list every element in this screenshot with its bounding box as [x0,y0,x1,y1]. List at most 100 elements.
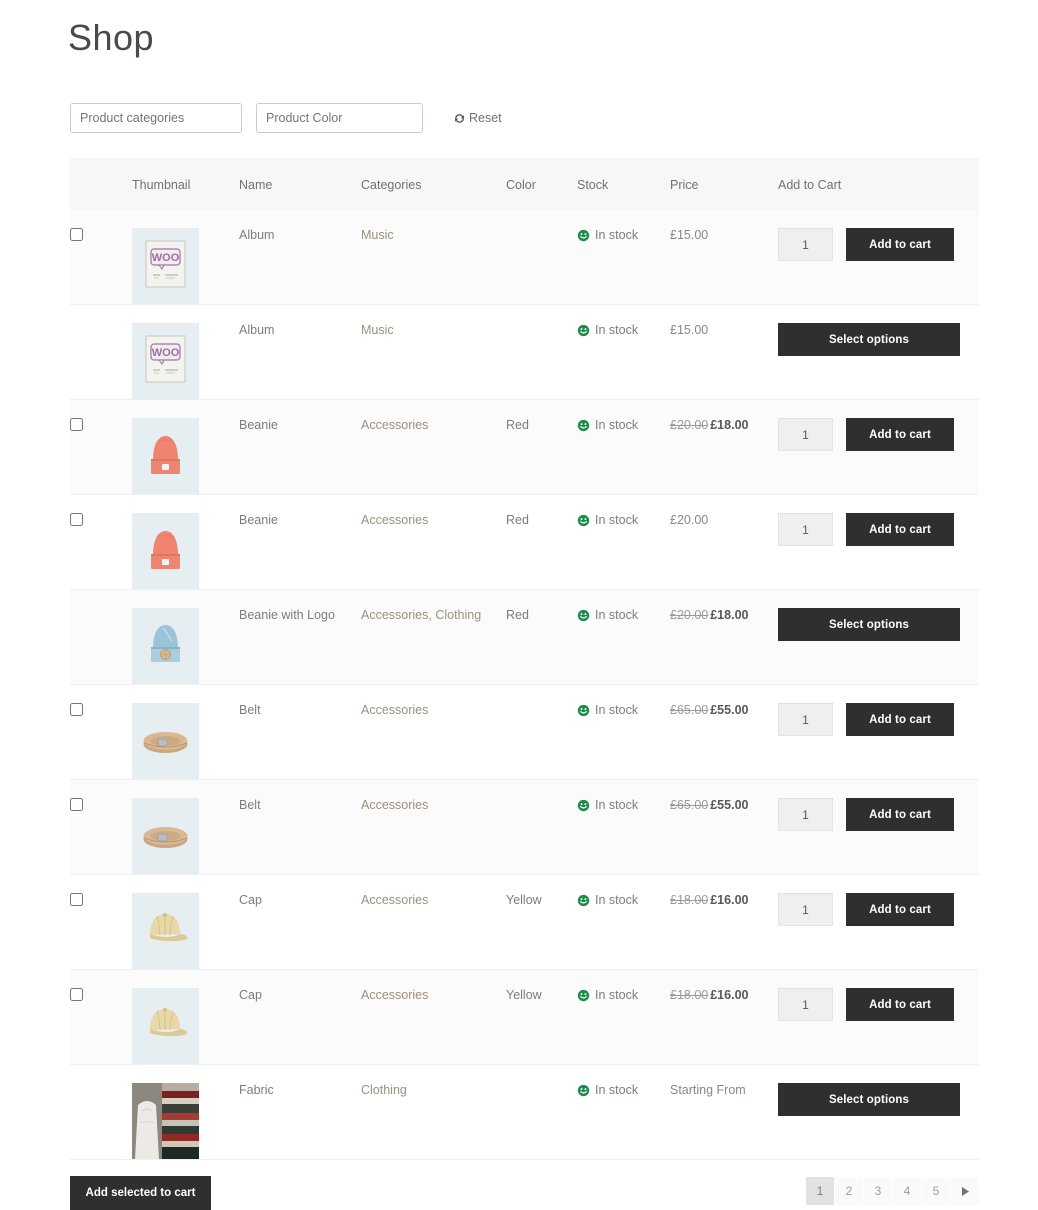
add-selected-to-cart-button[interactable]: Add selected to cart [70,1176,211,1210]
category-link[interactable]: Clothing [361,1083,407,1097]
row-select-cell [70,590,132,685]
quantity-stepper[interactable] [778,228,833,261]
category-link[interactable]: Accessories, Clothing [361,608,481,622]
pagination-page-5[interactable]: 5 [922,1177,950,1205]
select-options-button[interactable]: Select options [778,608,960,641]
product-price: £20.00 [670,495,778,590]
product-categories: Accessories, Clothing [361,590,506,685]
cart-controls: Add to cart [778,418,979,451]
quantity-stepper[interactable] [778,988,833,1021]
table-row: Fabric Clothing In stock Starting From Sele… [70,1064,979,1160]
quantity-stepper[interactable] [778,418,833,451]
product-thumbnail-cap[interactable] [132,893,199,969]
product-color-filter[interactable] [256,103,423,133]
pagination-page-1[interactable]: 1 [806,1177,834,1205]
product-categories: Accessories [361,875,506,970]
in-stock-smiley-icon [577,419,590,432]
product-thumbnail-fabric[interactable] [132,1083,199,1159]
category-link[interactable]: Accessories [361,798,428,812]
product-name: Album [239,323,275,337]
header-color: Color [506,158,577,210]
add-to-cart-cell: Add to cart [778,780,979,875]
select-options-button[interactable]: Select options [778,1083,960,1116]
product-color: Yellow [506,893,542,907]
table-row: Cap Accessories Yellow In stock £18.00 £16.0… [70,874,979,970]
product-color [506,210,577,305]
status-badge: In stock [577,323,670,337]
product-thumbnail-album-woo[interactable]: WOO [132,323,199,399]
category-link[interactable]: Accessories [361,513,428,527]
stock-cell: In stock [577,1065,670,1160]
thumbnail-cell [132,590,239,685]
product-thumbnail-belt[interactable] [132,703,199,779]
quantity-stepper[interactable] [778,798,833,831]
product-thumbnail-beanie-red[interactable] [132,418,199,494]
table-header: Thumbnail Name Categories Color Stock Pr… [70,158,979,210]
category-link[interactable]: Accessories [361,418,428,432]
header-name: Name [239,158,361,210]
stock-cell: In stock [577,210,670,305]
category-link[interactable]: Accessories [361,988,428,1002]
product-name: Beanie with Logo [239,608,335,622]
product-thumbnail-beanie-red[interactable] [132,513,199,589]
stock-cell: In stock [577,590,670,685]
select-options-button[interactable]: Select options [778,323,960,356]
product-thumbnail-belt[interactable] [132,798,199,874]
quantity-stepper[interactable] [778,703,833,736]
cart-controls: Add to cart [778,798,979,831]
row-select-checkbox[interactable] [70,418,83,431]
svg-text:WOO: WOO [152,252,180,264]
add-to-cart-cell: Add to cart [778,400,979,495]
pagination-next-button[interactable] [951,1177,979,1205]
pagination-page-3[interactable]: 3 [864,1177,892,1205]
product-categories-filter[interactable] [70,103,242,133]
quantity-stepper[interactable] [778,893,833,926]
in-stock-smiley-icon [577,324,590,337]
product-name: Cap [239,893,262,907]
header-thumbnail: Thumbnail [132,158,239,210]
product-thumbnail-beanie-blue-logo[interactable] [132,608,199,684]
row-select-checkbox[interactable] [70,513,83,526]
add-to-cart-button[interactable]: Add to cart [846,418,954,451]
pagination: 12345 [805,1177,979,1205]
add-to-cart-button[interactable]: Add to cart [846,513,954,546]
product-thumbnail-cap[interactable] [132,988,199,1064]
stock-label: In stock [595,893,639,907]
row-select-checkbox[interactable] [70,988,83,1001]
row-select-cell [70,780,132,875]
pagination-page-2[interactable]: 2 [835,1177,863,1205]
stock-cell: In stock [577,685,670,780]
reset-filters-button[interactable]: Reset [453,111,502,125]
category-link[interactable]: Accessories [361,893,428,907]
in-stock-smiley-icon [577,894,590,907]
products-table-container: Thumbnail Name Categories Color Stock Pr… [70,158,979,1160]
status-badge: In stock [577,893,670,907]
product-categories: Accessories [361,495,506,590]
product-thumbnail-album-woo[interactable]: WOO [132,228,199,304]
product-price: £18.00 £16.00 [670,875,778,970]
row-select-checkbox[interactable] [70,893,83,906]
product-name: Fabric [239,1083,274,1097]
add-to-cart-button[interactable]: Add to cart [846,703,954,736]
add-to-cart-button[interactable]: Add to cart [846,988,954,1021]
stock-cell: In stock [577,305,670,400]
add-to-cart-button[interactable]: Add to cart [846,228,954,261]
thumbnail-cell [132,1065,239,1160]
header-price: Price [670,158,778,210]
in-stock-smiley-icon [577,229,590,242]
category-link[interactable]: Music [361,323,394,337]
row-select-checkbox[interactable] [70,798,83,811]
add-to-cart-button[interactable]: Add to cart [846,893,954,926]
category-link[interactable]: Music [361,228,394,242]
category-link[interactable]: Accessories [361,703,428,717]
in-stock-smiley-icon [577,704,590,717]
product-color [506,305,577,400]
add-to-cart-button[interactable]: Add to cart [846,798,954,831]
product-price: £65.00 £55.00 [670,685,778,780]
pagination-page-4[interactable]: 4 [893,1177,921,1205]
product-categories: Accessories [361,970,506,1065]
quantity-stepper[interactable] [778,513,833,546]
row-select-checkbox[interactable] [70,703,83,716]
product-color: Yellow [506,988,542,1002]
row-select-checkbox[interactable] [70,228,83,241]
